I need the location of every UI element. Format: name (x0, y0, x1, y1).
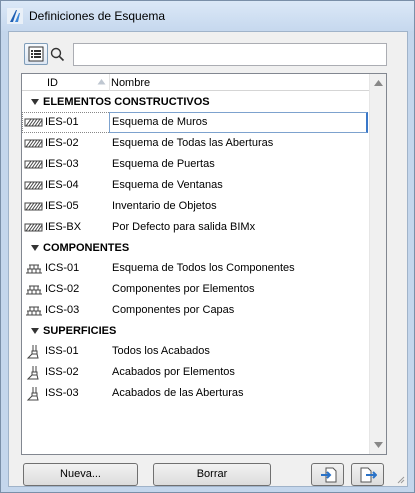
list-item[interactable]: ISS-03 Acabados de las Aberturas (22, 383, 369, 404)
list-item[interactable]: ICS-01 Esquema de Todos los Componentes (22, 258, 369, 279)
brush-icon (26, 345, 39, 359)
list-item[interactable]: IES-BX Por Defecto para salida BIMx (22, 217, 369, 238)
item-name: Esquema de Todas las Aberturas (112, 137, 274, 149)
brush-icon (26, 366, 39, 380)
item-id: IES-01 (45, 116, 79, 128)
list-item[interactable]: IES-03 Esquema de Puertas (22, 154, 369, 175)
vertical-scrollbar[interactable] (369, 74, 386, 454)
export-icon (360, 467, 377, 483)
hatch-icon (24, 160, 43, 169)
item-name: Acabados por Elementos (112, 366, 235, 378)
column-header-id[interactable]: ID (47, 77, 58, 89)
hatch-icon (24, 202, 43, 211)
item-name: Esquema de Ventanas (112, 179, 223, 191)
collapse-triangle-icon[interactable] (31, 99, 39, 105)
item-id: ISS-03 (45, 387, 79, 399)
item-id: ICS-03 (45, 304, 80, 316)
list-item[interactable]: ISS-02 Acabados por Elementos (22, 362, 369, 383)
list-item[interactable]: IES-02 Esquema de Todas las Aberturas (22, 133, 369, 154)
item-name: Esquema de Todos los Componentes (112, 262, 295, 274)
group-componentes[interactable]: COMPONENTES (22, 238, 369, 258)
dialog-content: ID Nombre ELEMENTOS CONSTRUCTIVOS IES-01… (8, 31, 408, 487)
list-item[interactable]: ISS-01 Todos los Acabados (22, 341, 369, 362)
group-label: ELEMENTOS CONSTRUCTIVOS (43, 96, 210, 108)
title-bar[interactable]: Definiciones de Esquema (1, 1, 414, 31)
dialog-window: Definiciones de Esquema ID Nombre ELEMEN… (0, 0, 415, 493)
item-name: Componentes por Elementos (112, 283, 255, 295)
group-superficies[interactable]: SUPERFICIES (22, 321, 369, 341)
import-button[interactable] (311, 463, 344, 486)
search-icon (50, 47, 65, 62)
group-label: COMPONENTES (43, 242, 130, 254)
hatch-icon (24, 181, 43, 190)
collapse-triangle-icon[interactable] (31, 328, 39, 334)
resize-grip-icon[interactable] (395, 474, 405, 484)
group-label: SUPERFICIES (43, 325, 117, 337)
item-id: ICS-01 (45, 262, 80, 274)
list-item[interactable]: IES-04 Esquema de Ventanas (22, 175, 369, 196)
layers-icon (26, 306, 42, 316)
column-separator[interactable] (109, 74, 110, 91)
layers-icon (26, 285, 42, 295)
layers-icon (26, 264, 42, 274)
list-view-toggle-button[interactable] (24, 43, 48, 65)
hatch-icon (24, 118, 43, 127)
hatch-icon (24, 139, 43, 148)
sort-ascending-icon (97, 79, 106, 85)
item-name: Todos los Acabados (112, 345, 210, 357)
item-id: IES-04 (45, 179, 79, 191)
group-elementos-constructivos[interactable]: ELEMENTOS CONSTRUCTIVOS (22, 92, 369, 112)
list-item[interactable]: ICS-02 Componentes por Elementos (22, 279, 369, 300)
list-item[interactable]: ICS-03 Componentes por Capas (22, 300, 369, 321)
item-name: Acabados de las Aberturas (112, 387, 244, 399)
item-id: IES-03 (45, 158, 79, 170)
column-header-name[interactable]: Nombre (111, 77, 150, 89)
hatch-icon (24, 223, 43, 232)
search-input[interactable] (73, 43, 387, 66)
brush-icon (26, 387, 39, 401)
schedule-list: ID Nombre ELEMENTOS CONSTRUCTIVOS IES-01… (21, 73, 387, 455)
list-header: ID Nombre (22, 74, 369, 91)
item-id: IES-BX (45, 221, 82, 233)
archicad-logo-icon (7, 8, 23, 24)
list-item[interactable]: IES-01 Esquema de Muros (22, 112, 369, 133)
collapse-triangle-icon[interactable] (31, 245, 39, 251)
new-button[interactable]: Nueva... (23, 463, 138, 486)
scroll-up-icon[interactable] (374, 80, 383, 86)
export-button[interactable] (351, 463, 384, 486)
import-icon (321, 467, 337, 483)
item-name: Inventario de Objetos (112, 200, 217, 212)
item-id: ISS-02 (45, 366, 79, 378)
item-id: IES-02 (45, 137, 79, 149)
item-name: Componentes por Capas (112, 304, 235, 316)
delete-button[interactable]: Borrar (153, 463, 271, 486)
window-title: Definiciones de Esquema (29, 9, 166, 23)
list-rows: ELEMENTOS CONSTRUCTIVOS IES-01 Esquema d… (22, 92, 369, 404)
item-name: Por Defecto para salida BIMx (112, 221, 256, 233)
item-name: Esquema de Muros (112, 116, 208, 128)
item-id: ISS-01 (45, 345, 79, 357)
list-item[interactable]: IES-05 Inventario de Objetos (22, 196, 369, 217)
item-id: IES-05 (45, 200, 79, 212)
item-name: Esquema de Puertas (112, 158, 215, 170)
list-view-icon (28, 46, 44, 62)
scroll-down-icon[interactable] (374, 442, 383, 448)
item-id: ICS-02 (45, 283, 80, 295)
